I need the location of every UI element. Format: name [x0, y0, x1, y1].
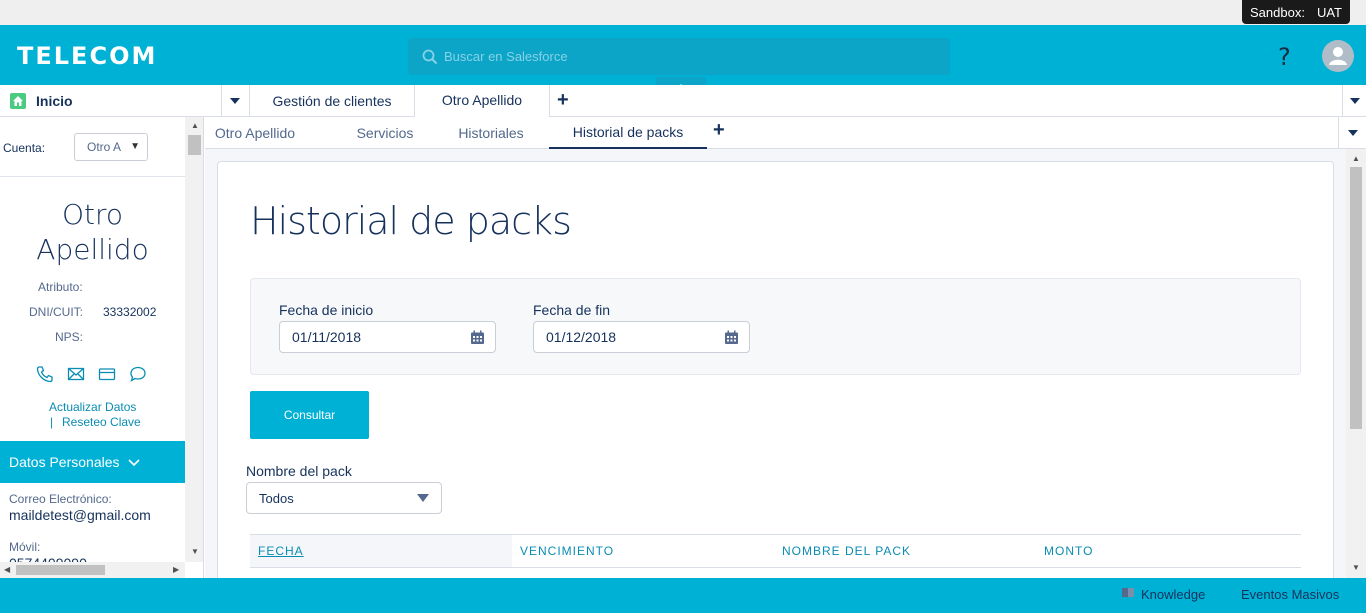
nombre-pack-label: Nombre del pack — [246, 463, 352, 479]
email-icon[interactable] — [67, 365, 85, 383]
historial-card: Historial de packs Fecha de inicio 01/11… — [217, 161, 1334, 591]
nombre-pack-value: Todos — [259, 490, 294, 506]
scroll-down-arrow-icon[interactable]: ▼ — [1352, 563, 1360, 572]
link-separator: | — [50, 415, 54, 429]
fecha-inicio-value: 01/11/2018 — [292, 329, 362, 345]
contact-actions — [36, 365, 147, 383]
tab-overflow-chevron-icon[interactable] — [1342, 85, 1366, 117]
global-header: TELECOM ? — [0, 25, 1366, 89]
cuenta-row: Cuenta: Otro A ▼ — [0, 117, 185, 177]
cuenta-select[interactable]: Otro A ▼ — [74, 133, 148, 161]
column-monto[interactable]: MONTO — [1036, 535, 1298, 567]
card-icon[interactable] — [98, 365, 116, 383]
sandbox-badge: Sandbox: UAT — [1242, 0, 1350, 24]
dni-label: DNI/CUIT: — [29, 305, 83, 319]
book-icon — [1121, 587, 1135, 602]
help-icon[interactable]: ? — [1278, 43, 1291, 71]
atributo-label: Atributo: — [38, 280, 83, 294]
subtab-overflow-chevron-icon[interactable] — [1338, 117, 1366, 149]
scroll-up-arrow-icon[interactable]: ▲ — [191, 121, 199, 130]
account-sidebar: Cuenta: Otro A ▼ Otro Apellido Atributo:… — [0, 117, 204, 578]
cuenta-label: Cuenta: — [3, 141, 46, 155]
datos-personales-header[interactable]: Datos Personales — [0, 441, 185, 483]
sandbox-env: UAT — [1316, 4, 1342, 20]
nav-menu-chevron-icon[interactable] — [222, 85, 248, 117]
subtab-bar: Otro Apellido Servicios Historiales Hist… — [205, 117, 1366, 149]
scroll-up-arrow-icon[interactable]: ▲ — [1352, 154, 1360, 163]
search-icon — [416, 49, 444, 65]
account-name-line2: Apellido — [36, 233, 149, 266]
actualizar-datos-link[interactable]: Actualizar Datos — [49, 400, 136, 414]
phone-icon[interactable] — [36, 365, 54, 383]
tab-divider — [549, 85, 550, 117]
add-subtab-icon[interactable]: + — [713, 119, 725, 142]
scroll-thumb[interactable] — [188, 135, 201, 155]
scroll-right-arrow-icon[interactable]: ▶ — [173, 565, 179, 574]
column-fecha[interactable]: FECHA — [250, 535, 512, 567]
add-tab-icon[interactable]: + — [557, 89, 569, 112]
calendar-icon[interactable] — [470, 330, 485, 348]
search-input[interactable] — [444, 49, 924, 64]
date-filter-box: Fecha de inicio 01/11/2018 Fecha de fin … — [250, 278, 1301, 375]
cuenta-value: Otro A — [87, 140, 122, 154]
subtab-historial-packs[interactable]: Historial de packs — [549, 117, 707, 149]
page-title: Historial de packs — [250, 199, 572, 243]
scroll-thumb[interactable] — [16, 565, 105, 575]
main-content: Historial de packs Fecha de inicio 01/11… — [205, 149, 1346, 591]
tab-gestion-clientes[interactable]: Gestión de clientes — [250, 85, 414, 117]
user-avatar[interactable] — [1322, 40, 1354, 72]
nps-label: NPS: — [55, 330, 84, 344]
fecha-fin-input[interactable]: 01/12/2018 — [533, 321, 750, 353]
sidebar-vertical-scrollbar[interactable]: ▲ ▼ — [185, 117, 203, 562]
tab-otro-apellido[interactable]: Otro Apellido — [415, 85, 549, 117]
eventos-label: Eventos Masivos — [1241, 587, 1340, 602]
nombre-pack-select[interactable]: Todos — [246, 482, 442, 514]
chevron-down-icon — [127, 454, 140, 470]
column-nombre-pack[interactable]: NOMBRE DEL PACK — [774, 535, 1036, 567]
account-name: Otro Apellido — [0, 197, 185, 267]
account-name-line1: Otro — [61, 198, 124, 231]
primary-tab-bar: Inicio Gestión de clientes Otro Apellido… — [0, 85, 1366, 117]
scroll-down-arrow-icon[interactable]: ▼ — [191, 547, 199, 556]
knowledge-utility[interactable]: Knowledge — [1121, 587, 1205, 602]
calendar-icon[interactable] — [724, 330, 739, 348]
header-notch — [656, 77, 706, 89]
consultar-button[interactable]: Consultar — [250, 391, 369, 439]
email-value: maildetest@gmail.com — [9, 507, 151, 523]
knowledge-label: Knowledge — [1141, 587, 1206, 602]
subtab-otro-apellido[interactable]: Otro Apellido — [205, 117, 305, 149]
fecha-fin-value: 01/12/2018 — [546, 329, 617, 345]
scroll-thumb[interactable] — [1350, 167, 1362, 429]
caret-down-icon: ▼ — [130, 141, 140, 152]
sandbox-strip: Sandbox: UAT — [0, 0, 1366, 25]
chat-icon[interactable] — [129, 365, 147, 383]
caret-down-icon — [417, 494, 429, 502]
global-search[interactable] — [408, 38, 950, 75]
movil-label: Móvil: — [9, 540, 41, 554]
home-label: Inicio — [36, 93, 73, 109]
fecha-inicio-label: Fecha de inicio — [279, 302, 374, 318]
subtab-historiales[interactable]: Historiales — [450, 117, 532, 149]
home-tab[interactable]: Inicio — [10, 85, 73, 117]
telecom-logo[interactable]: TELECOM — [17, 42, 157, 70]
home-icon — [10, 93, 26, 109]
email-label: Correo Electrónico: — [9, 492, 112, 506]
packs-table-header: FECHA VENCIMIENTO NOMBRE DEL PACK MONTO — [250, 534, 1301, 568]
utility-bar: Knowledge Eventos Masivos — [0, 578, 1366, 613]
dni-value: 33332002 — [103, 305, 157, 319]
sandbox-label: Sandbox: — [1250, 4, 1305, 20]
column-vencimiento[interactable]: VENCIMIENTO — [512, 535, 774, 567]
datos-personales-label: Datos Personales — [9, 454, 120, 470]
subtab-servicios[interactable]: Servicios — [345, 117, 425, 149]
fecha-fin-label: Fecha de fin — [533, 302, 611, 318]
eventos-masivos-utility[interactable]: Eventos Masivos — [1241, 587, 1339, 602]
sidebar-horizontal-scrollbar[interactable]: ◀ ▶ — [0, 562, 185, 578]
scroll-left-arrow-icon[interactable]: ◀ — [4, 565, 10, 574]
fecha-inicio-input[interactable]: 01/11/2018 — [279, 321, 496, 353]
reseteo-clave-link[interactable]: Reseteo Clave — [62, 415, 141, 429]
main-vertical-scrollbar[interactable]: ▲ ▼ — [1346, 149, 1366, 578]
